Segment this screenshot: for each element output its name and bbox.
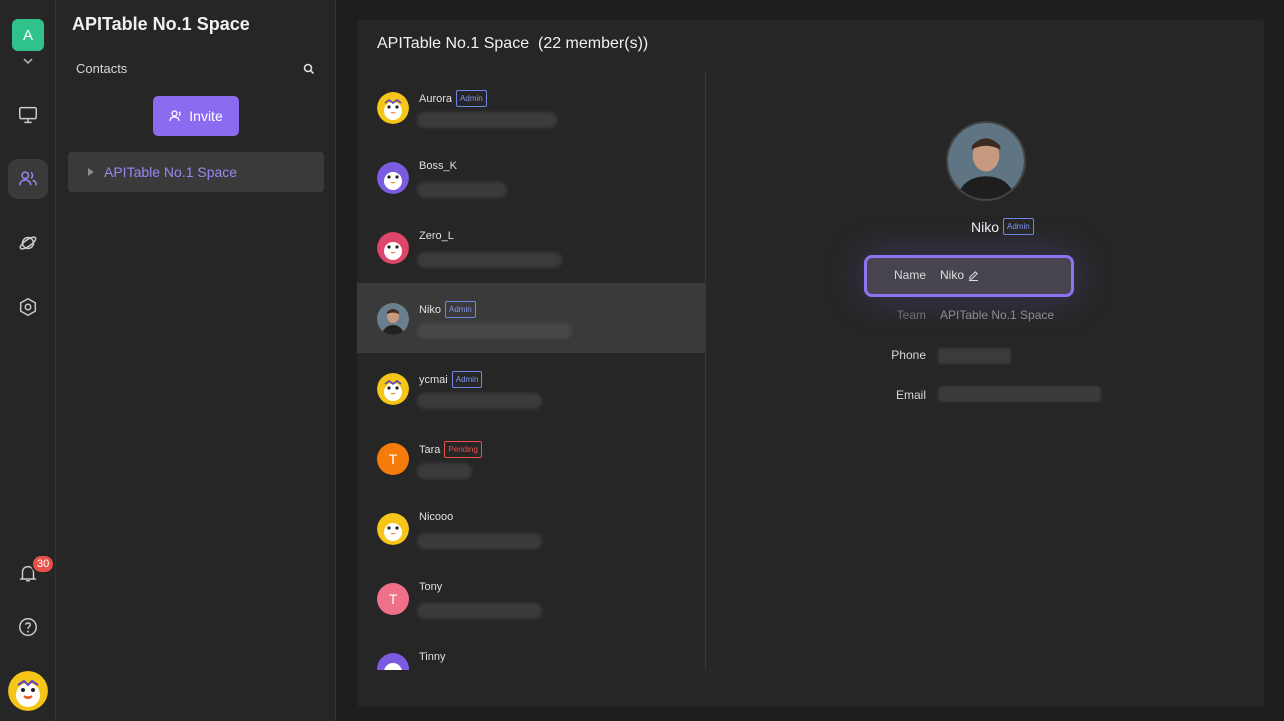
member-avatar xyxy=(377,373,409,405)
search-icon[interactable] xyxy=(303,63,315,75)
mascot-avatar-icon xyxy=(377,92,409,124)
chevron-down-icon[interactable] xyxy=(21,56,35,66)
redacted-email xyxy=(938,386,1101,402)
explore-nav-button[interactable] xyxy=(8,223,48,263)
space-title: APITable No.1 Space xyxy=(72,14,250,34)
detail-name: Niko Admin xyxy=(971,218,1034,235)
settings-nav-button[interactable] xyxy=(8,287,48,327)
redacted-email xyxy=(417,463,472,479)
contacts-label: Contacts xyxy=(76,61,128,76)
app-window: A 30 APITable No.1 Space Contacts Invite… xyxy=(0,0,1284,721)
member-row[interactable]: Boss_K xyxy=(357,142,705,212)
mascot-avatar-icon xyxy=(377,373,409,405)
member-row[interactable]: Zero_L xyxy=(357,212,705,282)
mascot-avatar-icon xyxy=(377,653,409,670)
member-avatar: T xyxy=(377,443,409,475)
tree-item-space[interactable]: APITable No.1 Space xyxy=(68,152,324,192)
contacts-nav-button[interactable] xyxy=(8,159,48,199)
detail-avatar xyxy=(946,121,1026,201)
help-icon xyxy=(19,618,37,636)
phone-label: Phone xyxy=(891,348,926,362)
member-row[interactable]: Aurora Admin xyxy=(357,72,705,142)
member-row-selected[interactable]: Niko Admin xyxy=(357,283,705,353)
member-row[interactable]: T Tara Pending xyxy=(357,423,705,493)
name-label: Name xyxy=(893,268,926,282)
space-avatar[interactable]: A xyxy=(12,19,44,51)
profile-photo-icon xyxy=(377,303,409,335)
member-name: Tony xyxy=(419,581,443,593)
notification-badge: 30 xyxy=(31,554,56,574)
redacted-email xyxy=(417,533,542,549)
admin-tag: Admin xyxy=(445,301,476,318)
member-row[interactable]: Tinny xyxy=(357,633,705,670)
members-title: APITable No.1 Space (22 member(s)) xyxy=(377,35,649,52)
member-name: ycmai Admin xyxy=(419,371,483,388)
edit-icon[interactable] xyxy=(968,270,979,282)
member-name: Tara Pending xyxy=(419,441,482,458)
hexagon-settings-icon xyxy=(19,297,37,317)
member-name: Tinny xyxy=(419,651,446,663)
team-label: Team xyxy=(896,308,926,322)
email-label: Email xyxy=(895,388,926,402)
users-icon xyxy=(19,171,37,186)
member-row[interactable]: ycmai Admin xyxy=(357,353,705,423)
mascot-avatar-icon xyxy=(377,232,409,264)
admin-tag: Admin xyxy=(456,90,487,107)
member-list[interactable]: Aurora Admin Boss_K Zero_L Niko Admin yc… xyxy=(357,72,706,670)
pending-tag: Pending xyxy=(444,441,482,458)
mascot-avatar-icon xyxy=(377,162,409,194)
member-name: Niko Admin xyxy=(419,301,476,318)
left-rail: A 30 xyxy=(0,0,56,721)
redacted-email xyxy=(417,323,572,339)
redacted-email xyxy=(417,393,542,409)
redacted-email xyxy=(417,182,507,198)
mascot-avatar-icon xyxy=(377,513,409,545)
member-name: Boss_K xyxy=(419,160,457,172)
member-name: Aurora Admin xyxy=(419,90,487,107)
member-avatar xyxy=(377,513,409,545)
help-button[interactable] xyxy=(8,607,48,647)
member-avatar: T xyxy=(377,583,409,615)
member-avatar xyxy=(377,162,409,194)
member-name: Zero_L xyxy=(419,230,454,242)
contacts-panel: APITable No.1 Space Contacts Invite APIT… xyxy=(56,0,336,721)
redacted-email xyxy=(417,603,542,619)
user-avatar[interactable] xyxy=(8,671,48,711)
member-row[interactable]: T Tony xyxy=(357,563,705,633)
team-value: APITable No.1 Space xyxy=(940,308,1055,322)
member-avatar xyxy=(377,92,409,124)
member-avatar xyxy=(377,232,409,264)
member-avatar xyxy=(377,653,409,670)
invite-label: Invite xyxy=(189,108,223,124)
invite-button[interactable]: Invite xyxy=(153,96,239,136)
tree-item-label: APITable No.1 Space xyxy=(104,164,238,180)
redacted-phone xyxy=(938,348,1011,364)
caret-right-icon[interactable] xyxy=(88,168,94,176)
redacted-email xyxy=(417,252,562,268)
planet-icon xyxy=(19,236,37,250)
member-row[interactable]: Nicooo xyxy=(357,493,705,563)
monitor-icon xyxy=(19,106,37,124)
add-user-icon xyxy=(169,110,181,122)
admin-tag: Admin xyxy=(1003,218,1034,235)
member-avatar xyxy=(377,303,409,335)
workbench-nav-button[interactable] xyxy=(8,95,48,135)
members-card: APITable No.1 Space (22 member(s)) Auror… xyxy=(357,20,1264,707)
admin-tag: Admin xyxy=(451,371,483,388)
redacted-email xyxy=(417,112,557,128)
name-value[interactable]: Niko xyxy=(940,268,979,282)
profile-photo-icon xyxy=(948,123,1024,199)
mascot-avatar-icon xyxy=(8,671,48,711)
member-name: Nicooo xyxy=(419,511,454,523)
